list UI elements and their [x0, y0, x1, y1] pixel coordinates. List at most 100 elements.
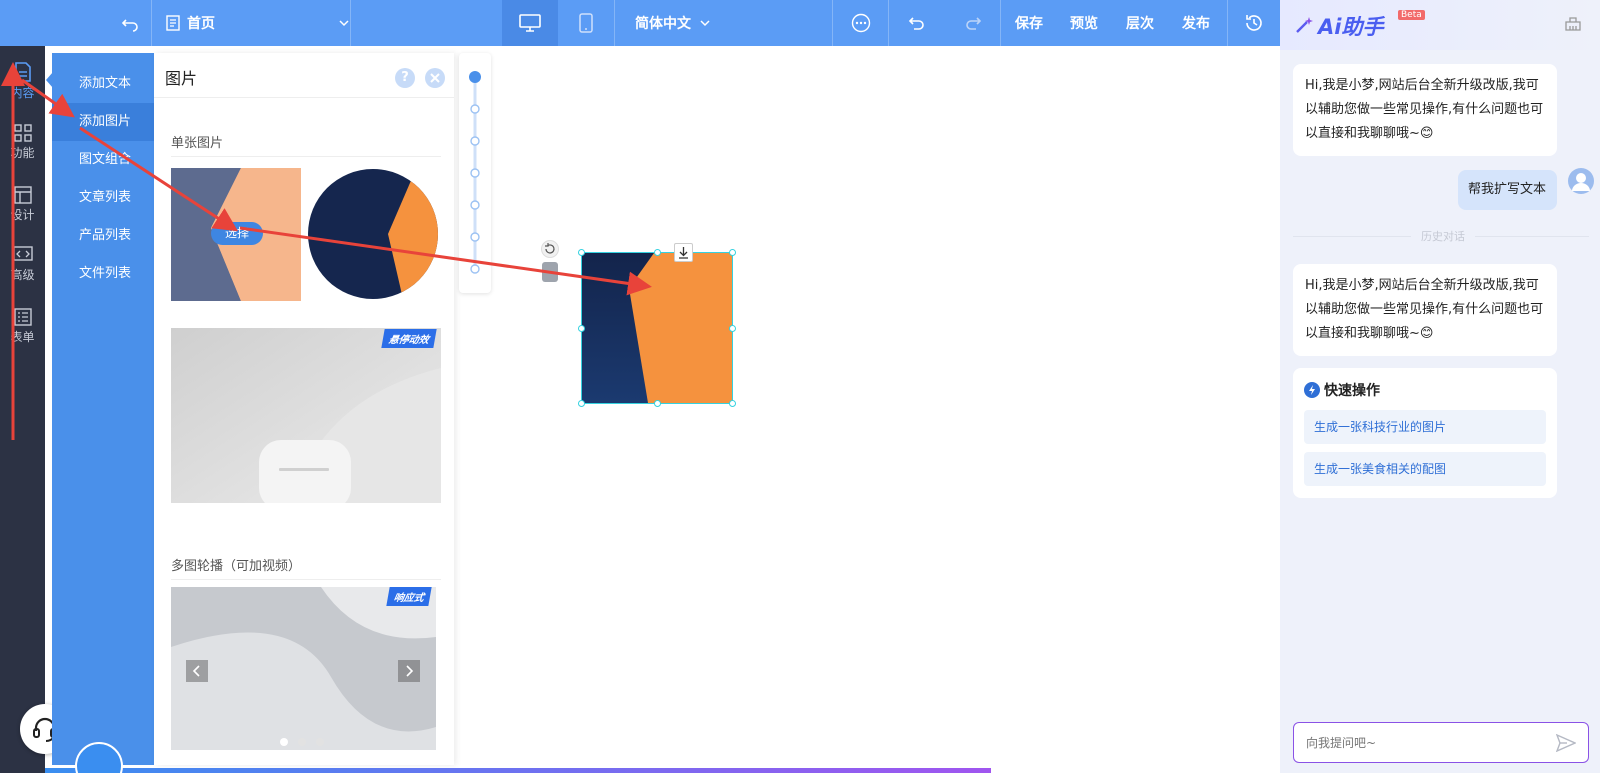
carousel-dot-active[interactable]	[280, 738, 288, 746]
rotate-icon[interactable]	[541, 240, 559, 258]
rail-item-design[interactable]: 设计	[0, 176, 45, 236]
chevron-left-icon	[192, 665, 200, 677]
document-icon	[14, 62, 31, 82]
send-icon[interactable]	[1556, 734, 1576, 752]
nav-item-image-text[interactable]: 图文组合	[52, 141, 154, 179]
more-options-button[interactable]	[843, 0, 879, 46]
layers-button[interactable]: 层次	[1117, 0, 1163, 46]
language-selector[interactable]: 简体中文	[628, 0, 718, 46]
history-button[interactable]	[1236, 0, 1272, 46]
rail-item-label: 设计	[10, 208, 35, 222]
resize-handle[interactable]	[729, 325, 736, 332]
page-selector[interactable]: 首页	[165, 0, 350, 46]
carousel-dot[interactable]	[316, 738, 324, 746]
download-icon[interactable]	[674, 243, 693, 262]
quick-action-food-image[interactable]: 生成一张美食相关的配图	[1304, 452, 1546, 486]
canvas-image-element[interactable]	[578, 243, 736, 407]
top-toolbar: 首页 简体中文 保存 预览 层次 发布	[0, 0, 1280, 46]
carousel-section-label: 多图轮播（可加视频）	[171, 559, 302, 574]
link-icon[interactable]	[542, 262, 558, 282]
close-icon[interactable]	[425, 68, 445, 88]
resize-handle[interactable]	[654, 400, 661, 407]
user-message: 帮我扩写文本	[1458, 170, 1557, 210]
mobile-view-button[interactable]	[558, 0, 614, 46]
rail-item-advanced[interactable]: 高级	[0, 236, 45, 296]
toolbar-divider	[832, 0, 833, 46]
desktop-icon	[519, 14, 541, 32]
editor-root: 首页 简体中文 保存 预览 层次 发布 内容 功能 设计 高级 表单 添加文本 …	[0, 0, 1600, 773]
nav-item-article-list[interactable]: 文章列表	[52, 179, 154, 217]
resize-handle[interactable]	[578, 400, 585, 407]
rail-item-label: 高级	[10, 268, 35, 282]
language-label: 简体中文	[635, 16, 691, 32]
redo-icon	[966, 17, 982, 30]
list-icon	[13, 308, 32, 326]
resize-handle[interactable]	[729, 400, 736, 407]
chat-input-box	[1293, 722, 1589, 763]
rail-item-features[interactable]: 功能	[0, 114, 45, 174]
desktop-view-button[interactable]	[502, 0, 558, 46]
chat-input[interactable]	[1294, 723, 1544, 762]
undo-button[interactable]	[899, 0, 935, 46]
help-icon[interactable]: ?	[395, 68, 415, 88]
nav-item-add-text[interactable]: 添加文本	[52, 65, 154, 103]
carousel-next-button[interactable]	[398, 660, 420, 682]
template-square-image[interactable]: 选择	[171, 168, 301, 301]
assistant-greeting-message: Hi,我是小梦,网站后台全新升级改版,我可以辅助您做一些常见操作,有什么问题也可…	[1293, 64, 1557, 156]
toolbar-divider	[151, 0, 152, 46]
resize-handle[interactable]	[578, 249, 585, 256]
select-button[interactable]: 选择	[211, 222, 263, 245]
toolbar-divider	[1227, 0, 1228, 46]
chevron-down-icon	[339, 20, 349, 27]
page-icon	[166, 15, 180, 31]
loading-progress-bar	[45, 768, 991, 773]
carousel-image	[171, 587, 436, 750]
more-icon	[851, 13, 871, 33]
nav-item-add-image[interactable]: 添加图片	[52, 103, 154, 141]
left-rail: 内容 功能 设计 高级 表单	[0, 46, 70, 773]
resize-handle[interactable]	[729, 249, 736, 256]
image-library-panel: 图片 ? 单张图片 选择 悬停动效 多图轮播（可加视频） 响应式	[154, 53, 454, 765]
quick-action-tech-image[interactable]: 生成一张科技行业的图片	[1304, 410, 1546, 444]
avatar	[1568, 168, 1594, 194]
resize-handle[interactable]	[578, 325, 585, 332]
user-icon	[1572, 173, 1590, 191]
panel-title: 图片	[165, 69, 198, 88]
carousel-dot[interactable]	[298, 738, 306, 746]
grid-icon	[13, 124, 32, 142]
template-hover-effect-image[interactable]: 悬停动效	[171, 328, 441, 503]
resize-handle[interactable]	[654, 249, 661, 256]
clear-icon[interactable]	[1564, 14, 1582, 32]
carousel-prev-button[interactable]	[186, 660, 208, 682]
toolbar-divider	[350, 0, 351, 46]
save-button[interactable]: 保存	[1006, 0, 1052, 46]
rail-item-content[interactable]: 内容	[0, 52, 45, 112]
template-circle-image[interactable]	[308, 169, 438, 299]
nav-item-file-list[interactable]: 文件列表	[52, 255, 154, 293]
magic-wand-icon	[1296, 17, 1313, 33]
ai-assistant-panel: Ai助手 Beta Hi,我是小梦,网站后台全新升级改版,我可以辅助您做一些常见…	[1280, 0, 1600, 773]
divider	[171, 579, 441, 580]
placed-abstract-image	[582, 253, 732, 403]
quick-actions-card: 快速操作 生成一张科技行业的图片 生成一张美食相关的配图	[1293, 368, 1557, 498]
template-carousel[interactable]: 响应式	[171, 587, 436, 750]
hover-effect-badge: 悬停动效	[381, 329, 437, 348]
toolbar-divider	[1000, 0, 1001, 46]
nav-item-product-list[interactable]: 产品列表	[52, 217, 154, 255]
chevron-down-icon	[700, 20, 710, 27]
page-selector-label: 首页	[187, 16, 215, 32]
divider	[171, 156, 441, 157]
component-category-nav: 添加文本 添加图片 图文组合 文章列表 产品列表 文件列表	[52, 53, 154, 765]
undo-page-icon[interactable]	[110, 0, 150, 46]
beta-badge: Beta	[1398, 10, 1425, 20]
publish-button[interactable]: 发布	[1173, 0, 1219, 46]
divider	[154, 97, 454, 98]
chevron-right-icon	[406, 665, 414, 677]
preview-button[interactable]: 预览	[1061, 0, 1107, 46]
rail-item-forms[interactable]: 表单	[0, 298, 45, 358]
redo-button[interactable]	[955, 0, 991, 46]
step-timeline	[459, 53, 491, 293]
undo-icon	[908, 17, 924, 30]
timeline-graphic	[469, 71, 481, 274]
ai-panel-header: Ai助手 Beta	[1280, 0, 1600, 50]
